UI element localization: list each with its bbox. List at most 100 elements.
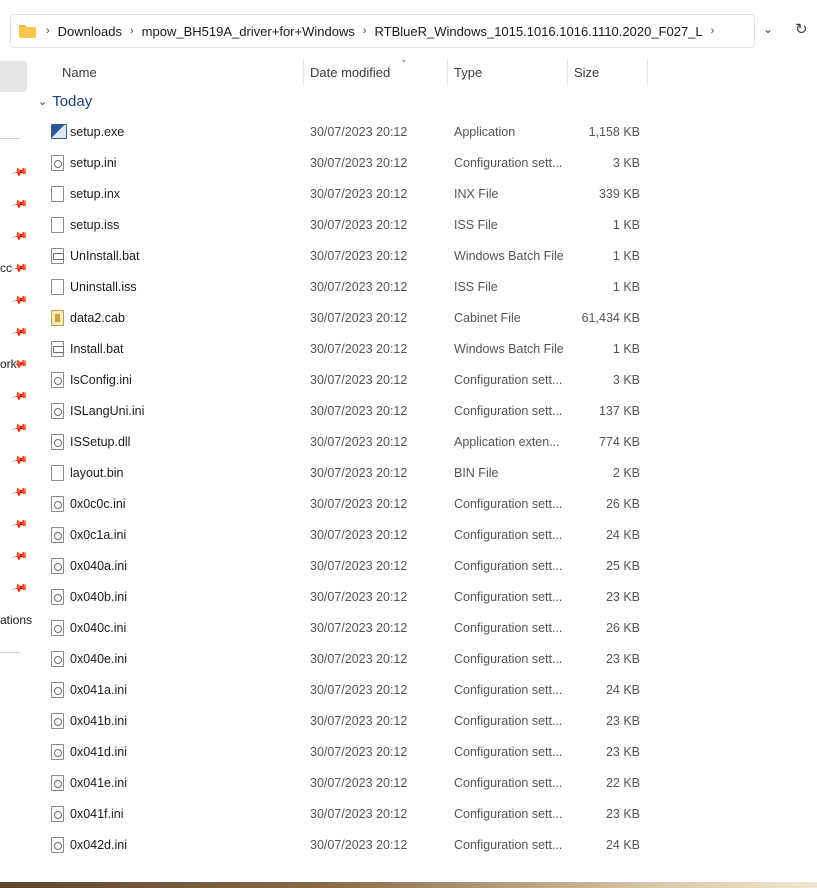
- breadcrumb-driver-folder[interactable]: mpow_BH519A_driver+for+Windows: [136, 24, 361, 39]
- nav-item-label[interactable]: ations: [0, 613, 32, 627]
- group-label: Today: [52, 93, 93, 110]
- file-type: Configuration sett...: [454, 745, 563, 759]
- file-size: 23 KB: [605, 652, 640, 666]
- file-type: Configuration sett...: [454, 559, 563, 573]
- file-row[interactable]: 0x041b.ini 30/07/2023 20:12 Configuration …: [30, 706, 650, 737]
- file-name: 0x040e.ini: [70, 652, 127, 666]
- chevron-right-icon[interactable]: ›: [709, 25, 717, 37]
- file-row[interactable]: 0x042d.ini 30/07/2023 20:12 Configuration …: [30, 830, 650, 861]
- column-headers: ⌄ Name Date modified Type Size: [30, 54, 650, 88]
- refresh-icon[interactable]: ↻: [795, 20, 808, 38]
- file-date-modified: 30/07/2023 20:12: [310, 528, 408, 542]
- config-file-icon: [51, 775, 64, 791]
- nav-selected-item[interactable]: [0, 61, 27, 92]
- file-date-modified: 30/07/2023 20:12: [310, 745, 408, 759]
- file-row[interactable]: 0x0c1a.ini 30/07/2023 20:12 Configuration …: [30, 520, 650, 551]
- file-name: UnInstall.bat: [70, 249, 140, 263]
- file-type: Configuration sett...: [454, 373, 563, 387]
- file-type: Configuration sett...: [454, 714, 563, 728]
- group-header-today[interactable]: ⌄ Today: [38, 93, 92, 110]
- file-type: Configuration sett...: [454, 838, 563, 852]
- file-row[interactable]: 0x041f.ini 30/07/2023 20:12 Configuration …: [30, 799, 650, 830]
- file-row[interactable]: layout.bin 30/07/2023 20:12 BIN File 2 KB: [30, 458, 650, 489]
- file-type: Configuration sett...: [454, 404, 563, 418]
- file-name: layout.bin: [70, 466, 124, 480]
- file-name: setup.inx: [70, 187, 121, 201]
- file-row[interactable]: 0x041e.ini 30/07/2023 20:12 Configuration …: [30, 768, 650, 799]
- file-icon: [51, 279, 64, 295]
- file-row[interactable]: setup.inx 30/07/2023 20:12 INX File 339 KB: [30, 179, 650, 210]
- file-row[interactable]: Uninstall.iss 30/07/2023 20:12 ISS File 1 K…: [30, 272, 650, 303]
- file-size: 26 KB: [605, 621, 640, 635]
- chevron-right-icon[interactable]: ›: [128, 25, 136, 37]
- file-size: 1 KB: [612, 342, 640, 356]
- file-row[interactable]: 0x041a.ini 30/07/2023 20:12 Configuration …: [30, 675, 650, 706]
- file-date-modified: 30/07/2023 20:12: [310, 590, 408, 604]
- file-row[interactable]: 0x0c0c.ini 30/07/2023 20:12 Configuration …: [30, 489, 650, 520]
- file-row[interactable]: ISLangUni.ini 30/07/2023 20:12 Configurati…: [30, 396, 650, 427]
- file-row[interactable]: setup.ini 30/07/2023 20:12 Configuration s…: [30, 148, 650, 179]
- nav-divider: [0, 652, 20, 653]
- column-header-date-modified[interactable]: Date modified: [304, 58, 390, 88]
- file-row[interactable]: UnInstall.bat 30/07/2023 20:12 Windows Bat…: [30, 241, 650, 272]
- file-date-modified: 30/07/2023 20:12: [310, 249, 408, 263]
- file-type: Configuration sett...: [454, 156, 563, 170]
- file-row[interactable]: data2.cab 30/07/2023 20:12 Cabinet File 61,…: [30, 303, 650, 334]
- chevron-down-icon[interactable]: ⌄: [38, 95, 47, 108]
- file-size: 774 KB: [598, 435, 640, 449]
- batch-file-icon: [51, 248, 64, 264]
- file-type: Configuration sett...: [454, 621, 563, 635]
- address-bar[interactable]: › Downloads › mpow_BH519A_driver+for+Win…: [10, 14, 755, 48]
- config-file-icon: [51, 651, 64, 667]
- file-row[interactable]: 0x040c.ini 30/07/2023 20:12 Configuration …: [30, 613, 650, 644]
- column-header-type[interactable]: Type: [448, 58, 482, 88]
- file-name: 0x0c1a.ini: [70, 528, 127, 542]
- file-type: Configuration sett...: [454, 528, 563, 542]
- chevron-right-icon[interactable]: ›: [361, 25, 369, 37]
- file-type: Configuration sett...: [454, 652, 563, 666]
- file-date-modified: 30/07/2023 20:12: [310, 776, 408, 790]
- file-type: ISS File: [454, 218, 498, 232]
- chevron-right-icon[interactable]: ›: [44, 25, 52, 37]
- file-type: INX File: [454, 187, 499, 201]
- config-file-icon: [51, 744, 64, 760]
- file-size: 22 KB: [605, 776, 640, 790]
- file-row[interactable]: 0x040b.ini 30/07/2023 20:12 Configuration …: [30, 582, 650, 613]
- file-row[interactable]: 0x041d.ini 30/07/2023 20:12 Configuration …: [30, 737, 650, 768]
- file-name: 0x041e.ini: [70, 776, 127, 790]
- config-file-icon: [51, 403, 64, 419]
- file-name: 0x041d.ini: [70, 745, 127, 759]
- config-file-icon: [51, 806, 64, 822]
- file-name: Uninstall.iss: [70, 280, 137, 294]
- pin-icon: 📌: [10, 580, 29, 598]
- file-row[interactable]: setup.exe 30/07/2023 20:12 Application 1,15…: [30, 117, 650, 148]
- column-header-size[interactable]: Size: [568, 58, 599, 88]
- file-date-modified: 30/07/2023 20:12: [310, 280, 408, 294]
- file-row[interactable]: 0x040e.ini 30/07/2023 20:12 Configuration …: [30, 644, 650, 675]
- config-file-icon: [51, 558, 64, 574]
- file-type: Cabinet File: [454, 311, 521, 325]
- file-type: Windows Batch File: [454, 342, 564, 356]
- file-date-modified: 30/07/2023 20:12: [310, 404, 408, 418]
- file-size: 23 KB: [605, 590, 640, 604]
- folder-icon: [19, 24, 36, 38]
- breadcrumb-current-folder[interactable]: RTBlueR_Windows_1015.1016.1016.1110.2020…: [369, 24, 709, 39]
- file-row[interactable]: ISSetup.dll 30/07/2023 20:12 Application e…: [30, 427, 650, 458]
- chevron-down-icon[interactable]: ⌄: [763, 22, 773, 36]
- column-header-name[interactable]: Name: [56, 58, 97, 88]
- file-date-modified: 30/07/2023 20:12: [310, 156, 408, 170]
- file-row[interactable]: 0x040a.ini 30/07/2023 20:12 Configuration …: [30, 551, 650, 582]
- cabinet-file-icon: [51, 310, 64, 326]
- file-row[interactable]: IsConfig.ini 30/07/2023 20:12 Configuratio…: [30, 365, 650, 396]
- file-date-modified: 30/07/2023 20:12: [310, 342, 408, 356]
- column-divider[interactable]: [647, 60, 648, 86]
- file-name: IsConfig.ini: [70, 373, 132, 387]
- file-size: 3 KB: [612, 373, 640, 387]
- breadcrumb-downloads[interactable]: Downloads: [52, 24, 128, 39]
- file-date-modified: 30/07/2023 20:12: [310, 714, 408, 728]
- file-size: 23 KB: [605, 807, 640, 821]
- file-row[interactable]: setup.iss 30/07/2023 20:12 ISS File 1 KB: [30, 210, 650, 241]
- file-row[interactable]: Install.bat 30/07/2023 20:12 Windows Batch…: [30, 334, 650, 365]
- file-size: 24 KB: [605, 683, 640, 697]
- config-file-icon: [51, 155, 64, 171]
